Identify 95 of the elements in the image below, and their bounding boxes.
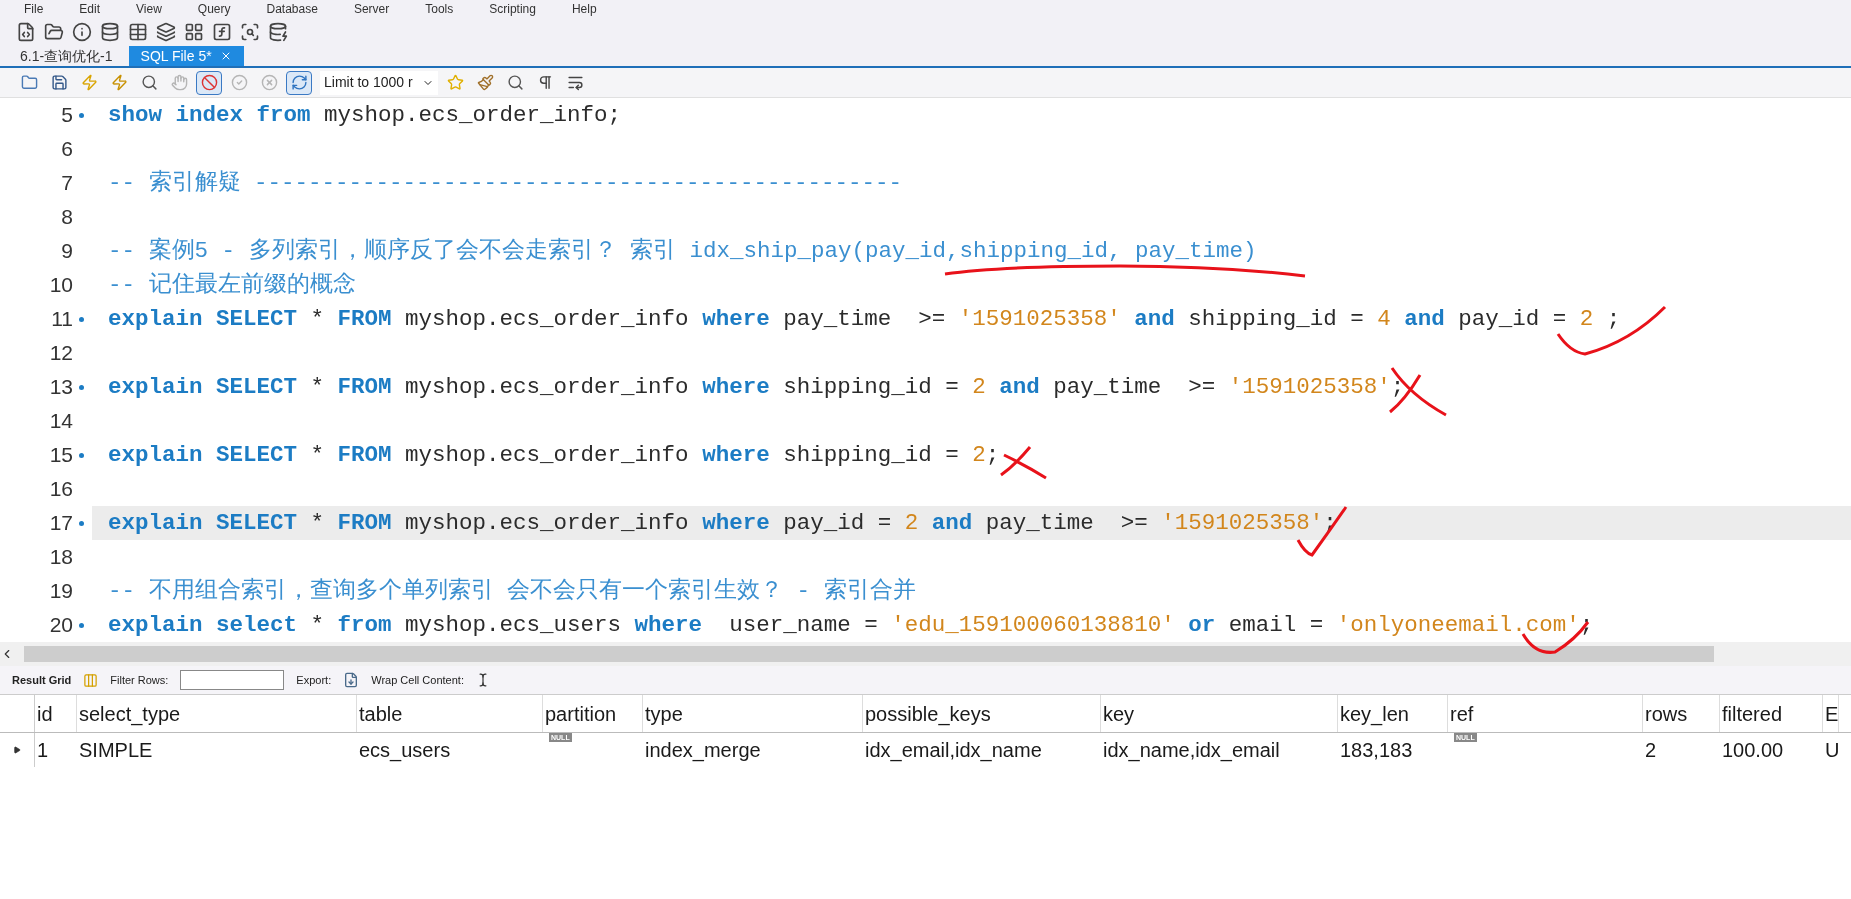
- stop-on-error-button[interactable]: [196, 70, 222, 95]
- export-icon[interactable]: [343, 672, 360, 688]
- star-icon: [446, 74, 464, 91]
- line-number: 9: [61, 238, 73, 265]
- line-number: 14: [49, 408, 73, 435]
- view-add-icon[interactable]: [156, 22, 176, 42]
- column-header[interactable]: select_type: [77, 695, 357, 732]
- check-icon: [230, 74, 248, 91]
- column-header[interactable]: type: [643, 695, 863, 732]
- column-header[interactable]: E: [1823, 695, 1839, 732]
- code-line: explain SELECT * FROM myshop.ecs_order_info where shipping_id = 2;: [108, 443, 1000, 467]
- line-number: 5: [61, 102, 73, 129]
- column-header[interactable]: key_len: [1338, 695, 1448, 732]
- line-number: 13: [49, 374, 73, 401]
- line-number: 20: [49, 612, 73, 639]
- line-number: 17: [49, 510, 73, 537]
- table-cell-text: 183,183: [1339, 738, 1414, 763]
- code-line: explain SELECT * FROM myshop.ecs_order_info where pay_time >= '1591025358' and shipping_id = 4 and pay_id = 2 ;: [108, 307, 1621, 331]
- line-number: 12: [49, 340, 73, 367]
- table-cell-text: index_merge: [644, 738, 762, 764]
- line-number: 18: [49, 544, 73, 571]
- handwritten-cross-mark: [1388, 366, 1448, 417]
- column-header[interactable]: filtered: [1720, 695, 1823, 732]
- result-grid-label[interactable]: Result Grid: [12, 671, 72, 689]
- lightning-icon: [80, 74, 98, 91]
- filter-field[interactable]: [180, 670, 285, 690]
- limit-dropdown[interactable]: Limit to 1000 r: [320, 70, 438, 95]
- column-header[interactable]: ref: [1448, 695, 1643, 732]
- code-line: -- 不用组合索引，查询多个单列索引 会不会只有一个索引生效？ - 索引合并: [108, 579, 916, 603]
- column-header[interactable]: id: [35, 695, 77, 732]
- menu-item[interactable]: Scripting: [489, 0, 536, 18]
- column-header[interactable]: partition: [543, 695, 643, 732]
- column-header[interactable]: possible_keys: [863, 695, 1101, 732]
- magnifier-icon: [140, 74, 158, 91]
- folder-icon: [20, 74, 38, 91]
- code-line: show index from myshop.ecs_order_info;: [108, 103, 622, 127]
- column-header[interactable]: key: [1101, 695, 1338, 732]
- editor-tab[interactable]: 6.1-查询优化-1: [8, 46, 125, 66]
- table-cell-text: 1: [36, 738, 50, 763]
- line-number: 10: [49, 272, 73, 299]
- cross-circle-icon: [260, 74, 278, 91]
- sql-file-open-icon[interactable]: [44, 22, 64, 42]
- code-line: -- 记住最左前缀的概念: [108, 273, 356, 297]
- menu-item[interactable]: Query: [197, 0, 231, 18]
- info-icon[interactable]: [72, 22, 92, 42]
- procedure-add-icon[interactable]: [184, 22, 204, 42]
- line-number: 7: [61, 170, 73, 197]
- inspector-icon[interactable]: [240, 22, 260, 42]
- code-line: -- 索引解疑 ------------------------------------------------: [108, 171, 903, 195]
- code-line: -- 案例5 - 多列索引，顺序反了会不会走索引？ 索引 idx_ship_pay(pay_id,shipping_id, pay_time): [108, 239, 1257, 263]
- table-cell-text: idx_name,idx_email: [1102, 738, 1281, 764]
- stop-on-error-icon: [200, 74, 218, 91]
- broom-icon: [476, 74, 494, 91]
- stop-icon: [170, 74, 188, 91]
- database-add-icon[interactable]: [100, 22, 120, 42]
- table-cell-text: 2: [1644, 738, 1658, 763]
- function-add-icon[interactable]: [212, 22, 232, 42]
- save-icon: [50, 74, 68, 91]
- export-label: Export:: [296, 672, 332, 688]
- column-header[interactable]: rows: [1643, 695, 1720, 732]
- table-cell-text: 100.00: [1721, 738, 1785, 763]
- autocommit-button[interactable]: [286, 70, 312, 95]
- lightning-cursor-icon: [110, 74, 128, 91]
- handwritten-cross-mark: [999, 445, 1048, 480]
- line-number: 11: [51, 306, 73, 333]
- table-cell-text: U: [1824, 738, 1839, 763]
- wrap-label: Wrap Cell Content:: [371, 672, 464, 688]
- autocommit-icon: [290, 74, 308, 91]
- search-icon: [506, 74, 524, 91]
- scrollbar-thumb[interactable]: [24, 646, 1714, 662]
- table-add-icon[interactable]: [128, 22, 148, 42]
- menu-item[interactable]: View: [136, 0, 162, 18]
- menu-item[interactable]: Help: [571, 0, 597, 18]
- menu-item[interactable]: Server: [353, 0, 390, 18]
- row-pointer-icon: [13, 746, 21, 754]
- column-header[interactable]: table: [357, 695, 543, 732]
- code-line: explain SELECT * FROM myshop.ecs_order_info where shipping_id = 2 and pay_time >= '1591025358';: [108, 375, 1405, 399]
- editor-tab[interactable]: SQL File 5*: [128, 46, 244, 66]
- line-number: 6: [61, 136, 73, 163]
- line-number: 16: [49, 476, 73, 503]
- sql-file-add-icon[interactable]: [16, 22, 36, 42]
- line-number: 19: [49, 578, 73, 605]
- menu-item[interactable]: Database: [266, 0, 318, 18]
- line-number: 8: [61, 204, 73, 231]
- menu-item[interactable]: Edit: [79, 0, 101, 18]
- filter-label: Filter Rows:: [110, 672, 169, 688]
- wrap-icon: [566, 74, 584, 91]
- table-cell-text: idx_email,idx_name: [864, 738, 1043, 764]
- line-number: 15: [49, 442, 73, 469]
- menu-item[interactable]: File: [24, 0, 44, 18]
- code-line: explain select * from myshop.ecs_users where user_name = 'edu_159100060138810' or email = 'onlyoneemail.com';: [108, 613, 1594, 637]
- table-cell-text: SIMPLE: [78, 738, 154, 763]
- menu-item[interactable]: Tools: [425, 0, 454, 18]
- reconnect-icon[interactable]: [268, 22, 288, 42]
- table-cell-text: ecs_users: [358, 738, 452, 764]
